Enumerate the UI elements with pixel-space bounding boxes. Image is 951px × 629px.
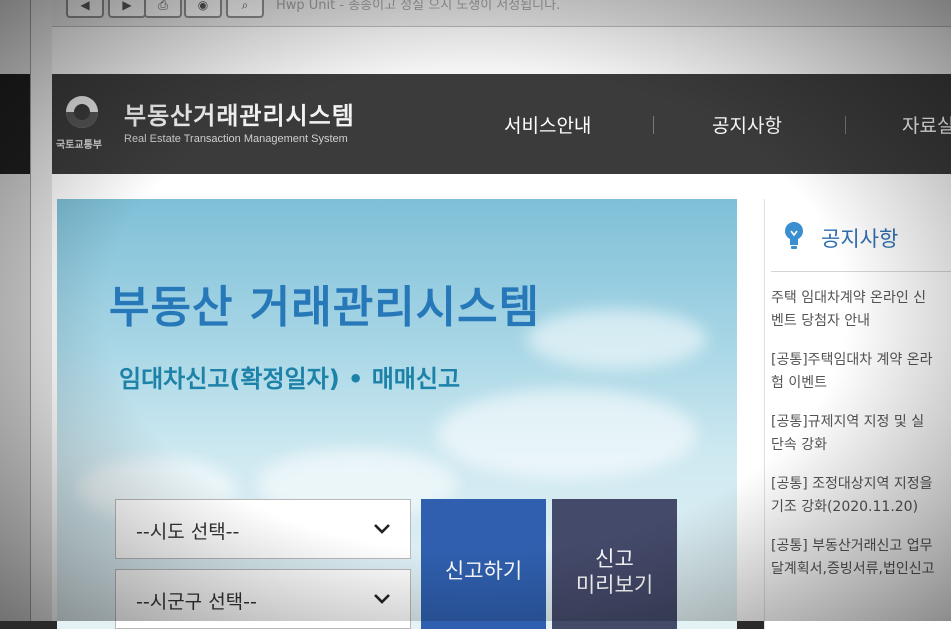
lightbulb-icon <box>785 222 803 249</box>
nav-service-guide[interactable]: 서비스안내 <box>504 111 591 138</box>
hero-subtitle: 임대차신고(확정일자) • 매매신고 <box>119 365 461 393</box>
chevron-down-icon <box>374 594 390 604</box>
address-bar-area <box>52 27 951 75</box>
print-icon[interactable]: ⎙ <box>144 0 182 18</box>
ministry-name: 국토교통부 <box>56 140 102 151</box>
notice-divider <box>771 271 951 272</box>
report-preview-button[interactable]: 신고 미리보기 <box>552 499 677 629</box>
notice-item[interactable]: [공통] 부동산거래신고 업무 달계획서,증빙서류,법인신고 <box>771 535 951 597</box>
cloud-decoration <box>527 309 707 369</box>
nav-notices[interactable]: 공지사항 <box>712 111 782 138</box>
frame-panel-lower <box>0 174 30 621</box>
sido-select-value: --시도 선택-- <box>136 521 240 543</box>
chevron-down-icon <box>374 524 390 534</box>
frame-panel <box>0 0 30 74</box>
search-icon[interactable]: ⌕ <box>226 0 264 18</box>
sigungu-select[interactable]: --시군구 선택-- <box>115 569 411 629</box>
forward-icon[interactable]: ▶ <box>108 0 146 18</box>
report-button-label: 신고하기 <box>444 559 523 583</box>
site-header: 국토교통부 부동산거래관리시스템 Real Estate Transaction… <box>52 74 951 174</box>
cloud-decoration <box>437 389 697 479</box>
ministry-logo-icon[interactable] <box>66 96 98 128</box>
nav-separator <box>653 116 654 134</box>
mouse-icon[interactable]: ◉ <box>184 0 222 18</box>
back-icon[interactable]: ◀ <box>66 0 104 18</box>
hero-title: 부동산 거래관리시스템 <box>109 282 541 333</box>
notice-list: 주택 임대차계약 온라인 신 벤트 당첨자 안내 [공통]주택임대차 계약 온라 험… <box>771 287 951 597</box>
main-content: 부동산 거래관리시스템 임대차신고(확정일자) • 매매신고 --시도 선택--… <box>52 174 951 629</box>
notice-title[interactable]: 공지사항 <box>821 223 898 253</box>
notice-item[interactable]: 주택 임대차계약 온라인 신 벤트 당첨자 안내 <box>771 287 951 349</box>
browser-toolbar: ◀ ▶ ⎙ ◉ ⌕ Hwp Unit - 총송이고 성실 으시 노생이 서정됩니… <box>52 0 951 27</box>
report-button[interactable]: 신고하기 <box>421 499 546 629</box>
sigungu-select-value: --시군구 선택-- <box>136 591 257 613</box>
notice-item[interactable]: [공통]주택임대차 계약 온라 험 이벤트 <box>771 349 951 411</box>
hero-banner: 부동산 거래관리시스템 임대차신고(확정일자) • 매매신고 --시도 선택--… <box>57 199 737 629</box>
preview-button-label-line2: 미리보기 <box>575 573 654 597</box>
notice-panel: 공지사항 주택 임대차계약 온라인 신 벤트 당첨자 안내 [공통]주택임대차 계… <box>764 199 951 629</box>
browser-left-frame <box>0 0 53 621</box>
site-subtitle: Real Estate Transaction Management Syste… <box>124 133 348 145</box>
site-title[interactable]: 부동산거래관리시스템 <box>124 96 355 131</box>
nav-separator <box>845 116 846 134</box>
notice-item[interactable]: [공통]규제지역 지정 및 실 단속 강화 <box>771 411 951 473</box>
sido-select[interactable]: --시도 선택-- <box>115 499 411 559</box>
toolbar-hint: Hwp Unit - 총송이고 성실 으시 노생이 서정됩니다. <box>276 0 561 13</box>
frame-rail <box>30 0 53 621</box>
nav-resources[interactable]: 자료실 <box>902 111 951 138</box>
notice-item[interactable]: [공통] 조정대상지역 지정을 기조 강화(2020.11.20) <box>771 473 951 535</box>
